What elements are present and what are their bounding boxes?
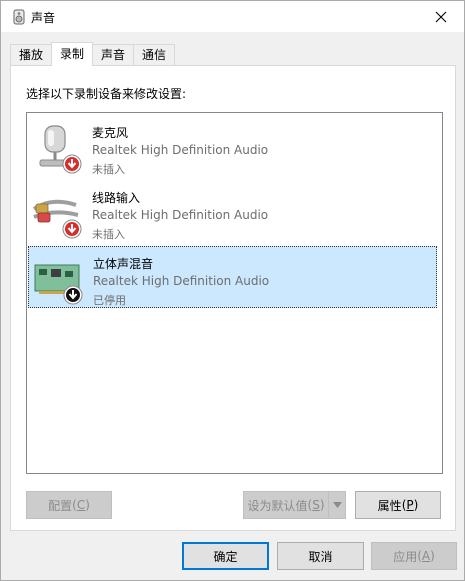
recording-panel: 选择以下录制设备来修改设置: 麦克风 Realtek High Definiti…	[10, 65, 456, 531]
device-description: Realtek High Definition Audio	[92, 143, 269, 157]
sound-card-icon	[34, 264, 83, 305]
list-item-line-in[interactable]: 线路输入 Realtek High Definition Audio 未插入	[28, 181, 437, 243]
tab-playback[interactable]: 播放	[10, 44, 53, 66]
line-in-cable-icon	[32, 199, 82, 239]
list-item-stereo-mix[interactable]: 立体声混音 Realtek High Definition Audio 已停用	[28, 246, 437, 308]
device-list[interactable]: 麦克风 Realtek High Definition Audio 未插入 线路…	[26, 112, 443, 474]
configure-button[interactable]: 配置(C)	[26, 491, 112, 519]
device-status: 未插入	[92, 228, 125, 241]
tab-communications[interactable]: 通信	[133, 44, 176, 66]
tab-recording[interactable]: 录制	[51, 42, 94, 66]
tab-sounds[interactable]: 声音	[92, 44, 135, 66]
device-description: Realtek High Definition Audio	[93, 274, 270, 288]
microphone-icon	[39, 125, 82, 174]
device-status: 未插入	[92, 163, 125, 176]
cancel-button[interactable]: 取消	[277, 542, 364, 570]
device-name: 立体声混音	[93, 257, 154, 271]
device-status: 已停用	[93, 294, 126, 307]
window-title: 声音	[31, 11, 56, 25]
device-description: Realtek High Definition Audio	[92, 208, 269, 222]
ok-button[interactable]: 确定	[182, 542, 269, 570]
apply-button[interactable]: 应用(A)	[371, 542, 457, 570]
sound-dialog: 声音 播放 录制 声音 通信 选择以下录制设备来修改设置: 麦克风 Realte…	[0, 0, 465, 581]
instructions-label: 选择以下录制设备来修改设置:	[26, 87, 187, 101]
set-default-dropdown-button[interactable]	[328, 491, 346, 519]
device-name: 麦克风	[92, 126, 129, 140]
speaker-icon	[13, 9, 25, 25]
chevron-down-icon	[332, 502, 342, 508]
list-item-microphone[interactable]: 麦克风 Realtek High Definition Audio 未插入	[28, 116, 437, 178]
close-button[interactable]	[418, 1, 464, 32]
tab-strip: 播放 录制 声音 通信	[10, 42, 176, 66]
set-default-button[interactable]: 设为默认值(S)	[243, 491, 329, 519]
properties-button[interactable]: 属性(P)	[355, 491, 441, 519]
device-name: 线路输入	[92, 191, 141, 205]
close-icon	[435, 11, 447, 22]
title-bar[interactable]: 声音	[1, 1, 464, 32]
